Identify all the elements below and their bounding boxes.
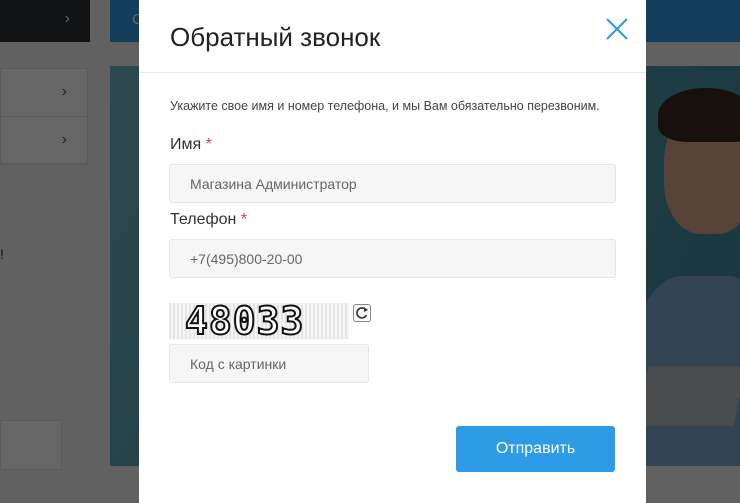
- captcha-input[interactable]: [169, 344, 369, 383]
- name-label: Имя *: [170, 136, 212, 154]
- required-mark: *: [205, 136, 212, 153]
- phone-input[interactable]: [169, 239, 616, 278]
- required-mark: *: [240, 211, 248, 228]
- modal-header: Обратный звонок: [139, 0, 646, 73]
- callback-modal: Обратный звонок Укажите свое имя и номер…: [139, 0, 646, 503]
- captcha-image: 48033: [169, 299, 349, 343]
- refresh-icon: [356, 307, 368, 319]
- phone-label: Телефон *: [170, 211, 247, 229]
- captcha-refresh-button[interactable]: [353, 304, 371, 322]
- submit-button[interactable]: Отправить: [456, 426, 615, 472]
- name-label-text: Имя: [170, 136, 202, 153]
- name-input[interactable]: [169, 164, 616, 203]
- phone-label-text: Телефон: [170, 211, 237, 228]
- form-hint: Укажите свое имя и номер телефона, и мы …: [170, 99, 600, 113]
- close-button[interactable]: [604, 16, 630, 42]
- close-icon: [606, 18, 628, 40]
- modal-title: Обратный звонок: [170, 22, 381, 52]
- captcha-code: 48033: [184, 299, 305, 343]
